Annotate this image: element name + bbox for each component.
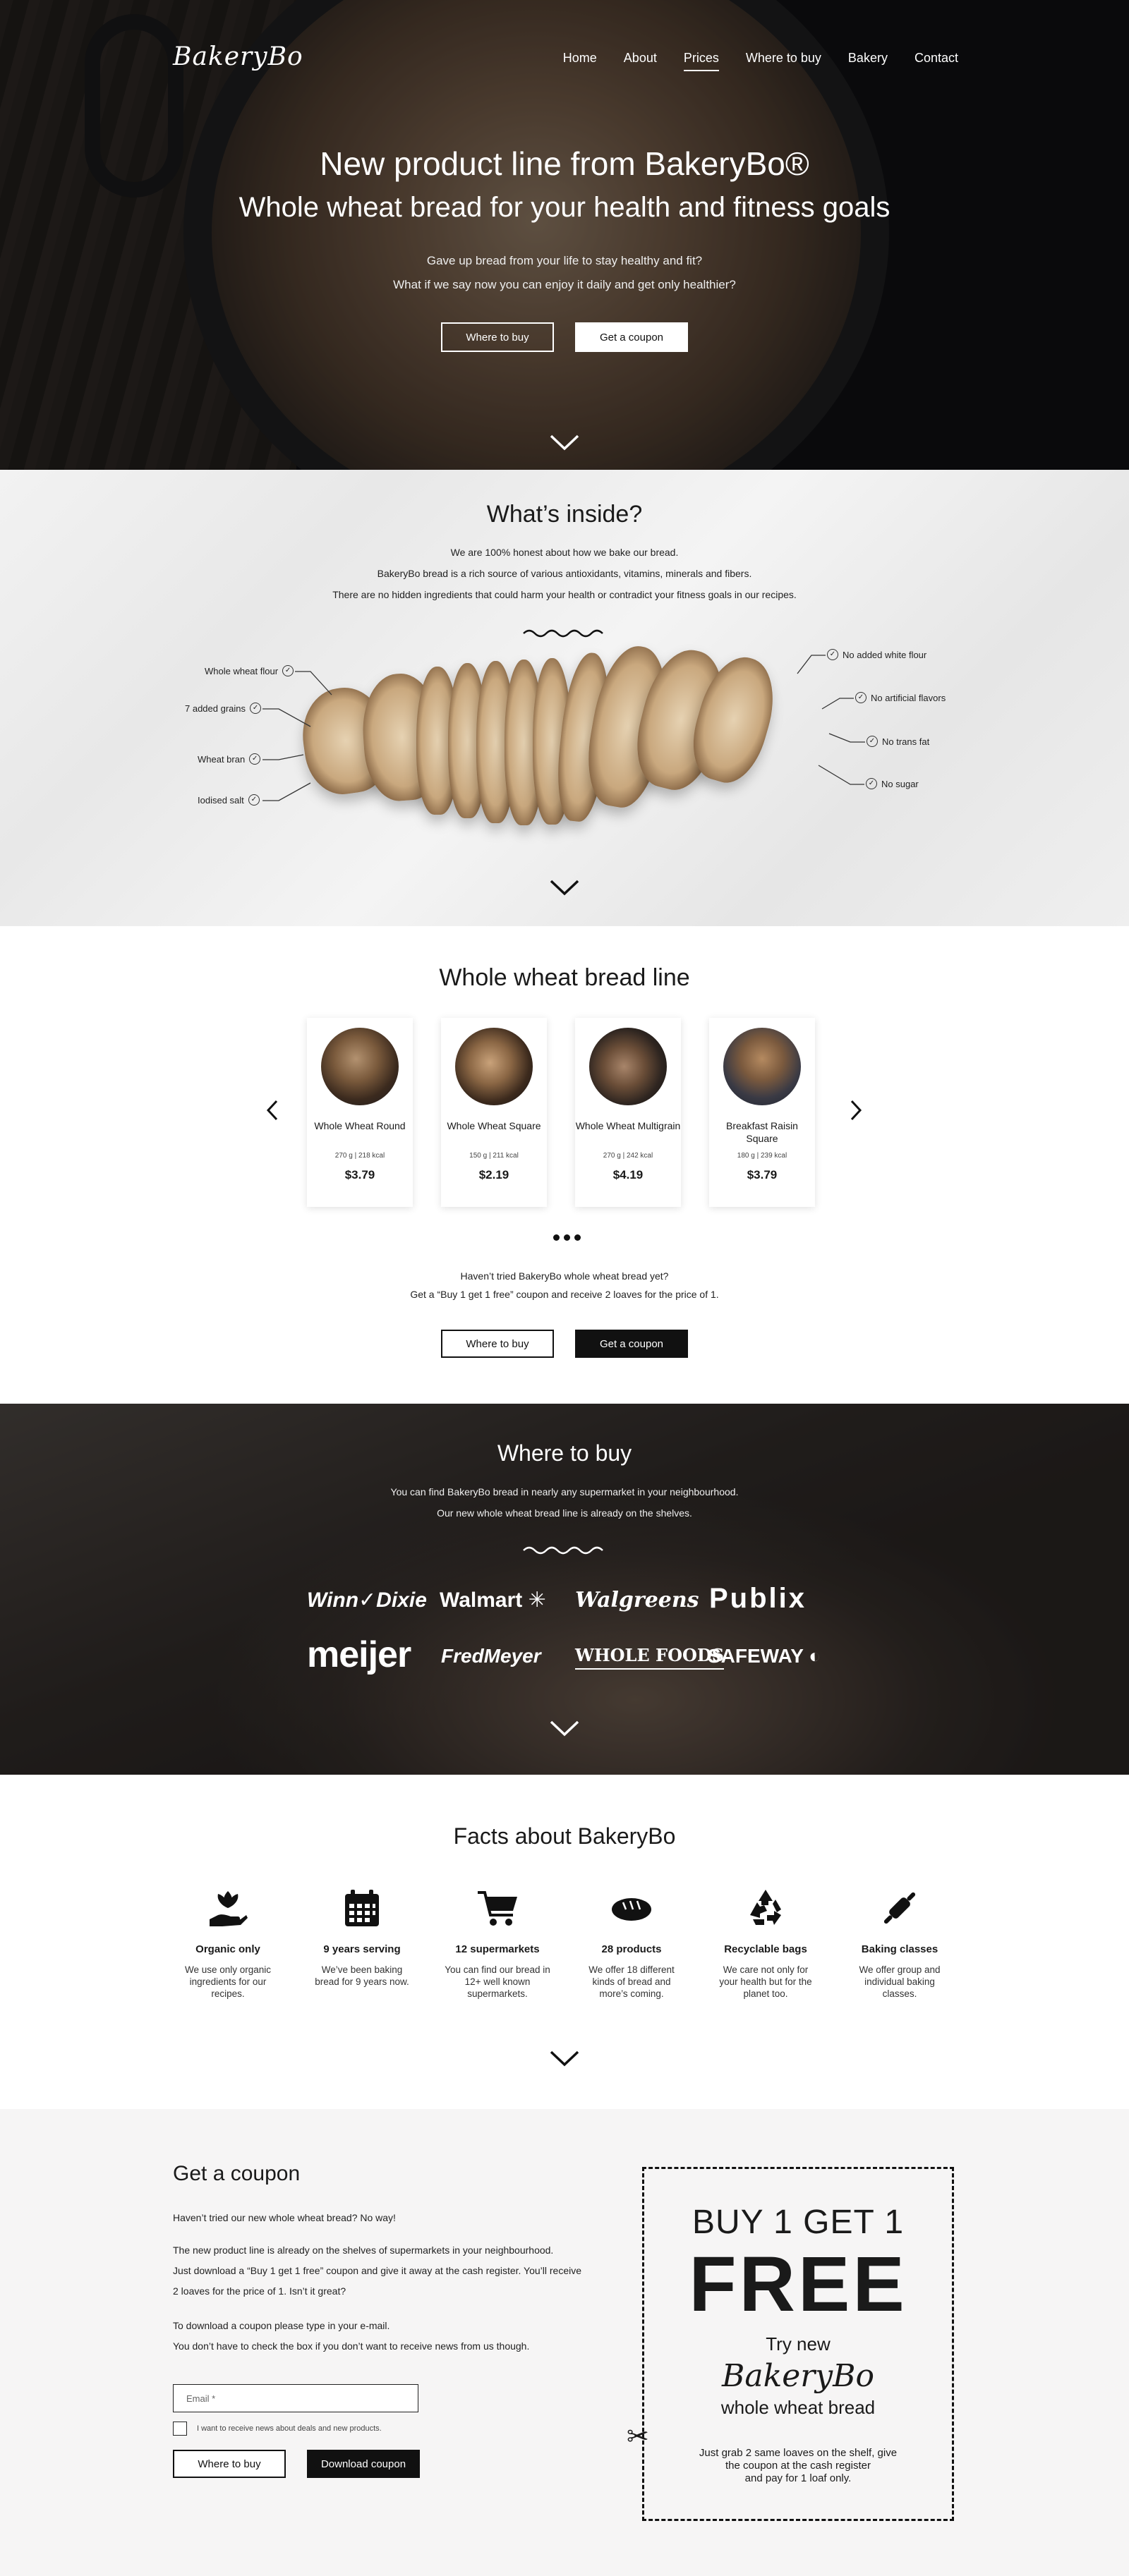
fact-supermarkets: 12 supermarkets You can find our bread i… xyxy=(445,1887,550,2000)
fact-recyclable: Recyclable bags We care not only for you… xyxy=(713,1887,819,2000)
bread-icon xyxy=(612,1898,651,1921)
ticket-brand: BakeryBo xyxy=(722,2358,874,2394)
email-field[interactable]: Email * xyxy=(173,2384,418,2412)
product-spec: 270 g | 242 kcal xyxy=(603,1152,653,1160)
product-card[interactable]: Whole Wheat Square 150 g | 211 kcal $2.1… xyxy=(441,1018,547,1207)
product-image xyxy=(455,1028,533,1105)
carousel-dot[interactable] xyxy=(553,1234,560,1241)
coupon-p2b: Just download a “Buy 1 get 1 free” coupo… xyxy=(173,2265,582,2276)
organic-hand-icon xyxy=(210,1891,248,1926)
product-image xyxy=(321,1028,399,1105)
chevron-right-icon[interactable] xyxy=(849,1099,863,1122)
product-name: Breakfast Raisin Square xyxy=(726,1120,798,1144)
fact-title: 12 supermarkets xyxy=(455,1943,540,1955)
product-image xyxy=(589,1028,667,1105)
fact-title: Baking classes xyxy=(861,1943,938,1955)
product-spec: 180 g | 239 kcal xyxy=(737,1152,787,1160)
fact-text: We offer group and individual baking cla… xyxy=(859,1964,941,1999)
coupon-where-to-buy-button[interactable]: Where to buy xyxy=(173,2450,286,2478)
chevron-down-icon[interactable] xyxy=(549,878,580,897)
store-logo-safeway[interactable]: SAFEWAY ◐ xyxy=(708,1645,821,1667)
bread-line-title: Whole wheat bread line xyxy=(439,964,690,991)
newsletter-checkbox[interactable] xyxy=(173,2422,187,2436)
ticket-free: FREE xyxy=(689,2241,907,2328)
fact-title: Organic only xyxy=(195,1943,260,1955)
chevron-down-icon[interactable] xyxy=(549,1719,580,1737)
product-price: $4.19 xyxy=(612,1168,644,1181)
ticket-try-new: Try new xyxy=(766,2333,831,2355)
ticket-instructions: Just grab 2 same loaves on the shelf, gi… xyxy=(699,2447,898,2484)
product-card[interactable]: Whole Wheat Multigrain 270 g | 242 kcal … xyxy=(575,1018,681,1207)
coupon-p3b: You don’t have to check the box if you d… xyxy=(173,2340,530,2352)
download-coupon-button[interactable]: Download coupon xyxy=(307,2450,420,2478)
coupon-p2a: The new product line is already on the s… xyxy=(173,2244,554,2256)
carousel-dot[interactable] xyxy=(574,1234,581,1241)
chevron-down-icon[interactable] xyxy=(549,2049,580,2067)
calendar-icon xyxy=(345,1890,379,1926)
product-card[interactable]: Breakfast Raisin Square 180 g | 239 kcal… xyxy=(709,1018,815,1207)
fact-title: 9 years serving xyxy=(323,1943,401,1955)
product-card[interactable]: Whole Wheat Round 270 g | 218 kcal $3.79 xyxy=(307,1018,413,1207)
where-line-2: Our new whole wheat bread line is alread… xyxy=(437,1507,692,1519)
product-name: Whole Wheat Multigrain xyxy=(575,1120,681,1131)
walmart-spark-icon: ✳ xyxy=(528,1588,546,1612)
where-to-buy-button[interactable]: Where to buy xyxy=(441,1330,554,1358)
product-carousel: Whole Wheat Round 270 g | 218 kcal $3.79… xyxy=(307,1018,815,1207)
store-logo-fred-meyer[interactable]: FredMeyer xyxy=(441,1645,541,1667)
product-price: $3.79 xyxy=(747,1168,778,1181)
bread-line-text-2: Get a “Buy 1 get 1 free” coupon and rece… xyxy=(410,1289,719,1300)
product-name: Whole Wheat Square xyxy=(447,1120,541,1131)
product-spec: 150 g | 211 kcal xyxy=(469,1152,519,1160)
fact-text: We care not only for your health but for… xyxy=(719,1964,812,1999)
scissors-icon: ✂ xyxy=(627,2422,649,2452)
store-logo-meijer[interactable]: meijer xyxy=(307,1635,411,1675)
coupon-p1: Haven’t tried our new whole wheat bread?… xyxy=(173,2212,396,2223)
ticket-buy-one-get-one: BUY 1 GET 1 xyxy=(692,2204,905,2241)
ticket-product: whole wheat bread xyxy=(720,2397,876,2418)
product-price: $2.19 xyxy=(478,1168,509,1181)
fact-organic: Organic only We use only organic ingredi… xyxy=(175,1887,281,2000)
product-image xyxy=(723,1028,801,1105)
store-logo-whole-foods[interactable]: WHOLE FOODS xyxy=(575,1645,725,1670)
where-to-buy-title: Where to buy xyxy=(497,1440,632,1466)
ingredient-leader-lines xyxy=(262,655,865,801)
safeway-s-icon: ◐ xyxy=(809,1645,821,1667)
coupon-ticket: BUY 1 GET 1 FREE Try new BakeryBo whole … xyxy=(642,2167,954,2521)
carousel-dots xyxy=(553,1234,581,1241)
fact-text: We’ve been baking bread for 9 years now. xyxy=(315,1964,409,1987)
carousel-dot[interactable] xyxy=(564,1234,570,1241)
where-line-1: You can find BakeryBo bread in nearly an… xyxy=(390,1486,739,1497)
coupon-p3a: To download a coupon please type in your… xyxy=(173,2320,390,2331)
newsletter-checkbox-label: I want to receive news about deals and n… xyxy=(197,2424,382,2433)
newsletter-checkbox-row: I want to receive news about deals and n… xyxy=(173,2422,382,2436)
fact-products: 28 products We offer 18 different kinds … xyxy=(579,1887,684,2000)
store-logo-winn-dixie[interactable]: Winn✓Dixie xyxy=(307,1588,427,1612)
product-spec: 270 g | 218 kcal xyxy=(334,1152,385,1160)
store-logo-publix[interactable]: Publix xyxy=(709,1583,807,1615)
fact-text: We use only organic ingredients for our … xyxy=(184,1964,272,1999)
product-price: $3.79 xyxy=(344,1168,375,1181)
store-logo-walgreens[interactable]: Walgreens xyxy=(575,1588,699,1612)
cart-icon xyxy=(478,1891,517,1926)
recycle-icon xyxy=(750,1890,781,1925)
fact-years: 9 years serving We’ve been baking bread … xyxy=(309,1887,415,1988)
product-name: Whole Wheat Round xyxy=(314,1120,406,1131)
coupon-p2c: 2 loaves for the price of 1. Isn’t it gr… xyxy=(173,2285,346,2297)
chevron-left-icon[interactable] xyxy=(265,1099,279,1122)
get-coupon-button[interactable]: Get a coupon xyxy=(575,1330,688,1358)
fact-text: You can find our bread in 12+ well known… xyxy=(445,1964,550,1999)
store-logo-walmart[interactable]: Walmart ✳ xyxy=(440,1588,546,1612)
rolling-pin-icon xyxy=(883,1892,916,1924)
facts-title: Facts about BakeryBo xyxy=(453,1823,676,1849)
bread-line-text-1: Haven’t tried BakeryBo whole wheat bread… xyxy=(460,1270,669,1282)
coupon-title: Get a coupon xyxy=(173,2162,301,2185)
fact-title: 28 products xyxy=(601,1943,662,1955)
fact-text: We offer 18 different kinds of bread and… xyxy=(588,1964,675,1999)
coupon-section xyxy=(0,2109,1129,2576)
fact-title: Recyclable bags xyxy=(724,1943,807,1955)
wavy-divider-icon xyxy=(523,1546,603,1555)
fact-classes: Baking classes We offer group and indivi… xyxy=(847,1887,953,2000)
